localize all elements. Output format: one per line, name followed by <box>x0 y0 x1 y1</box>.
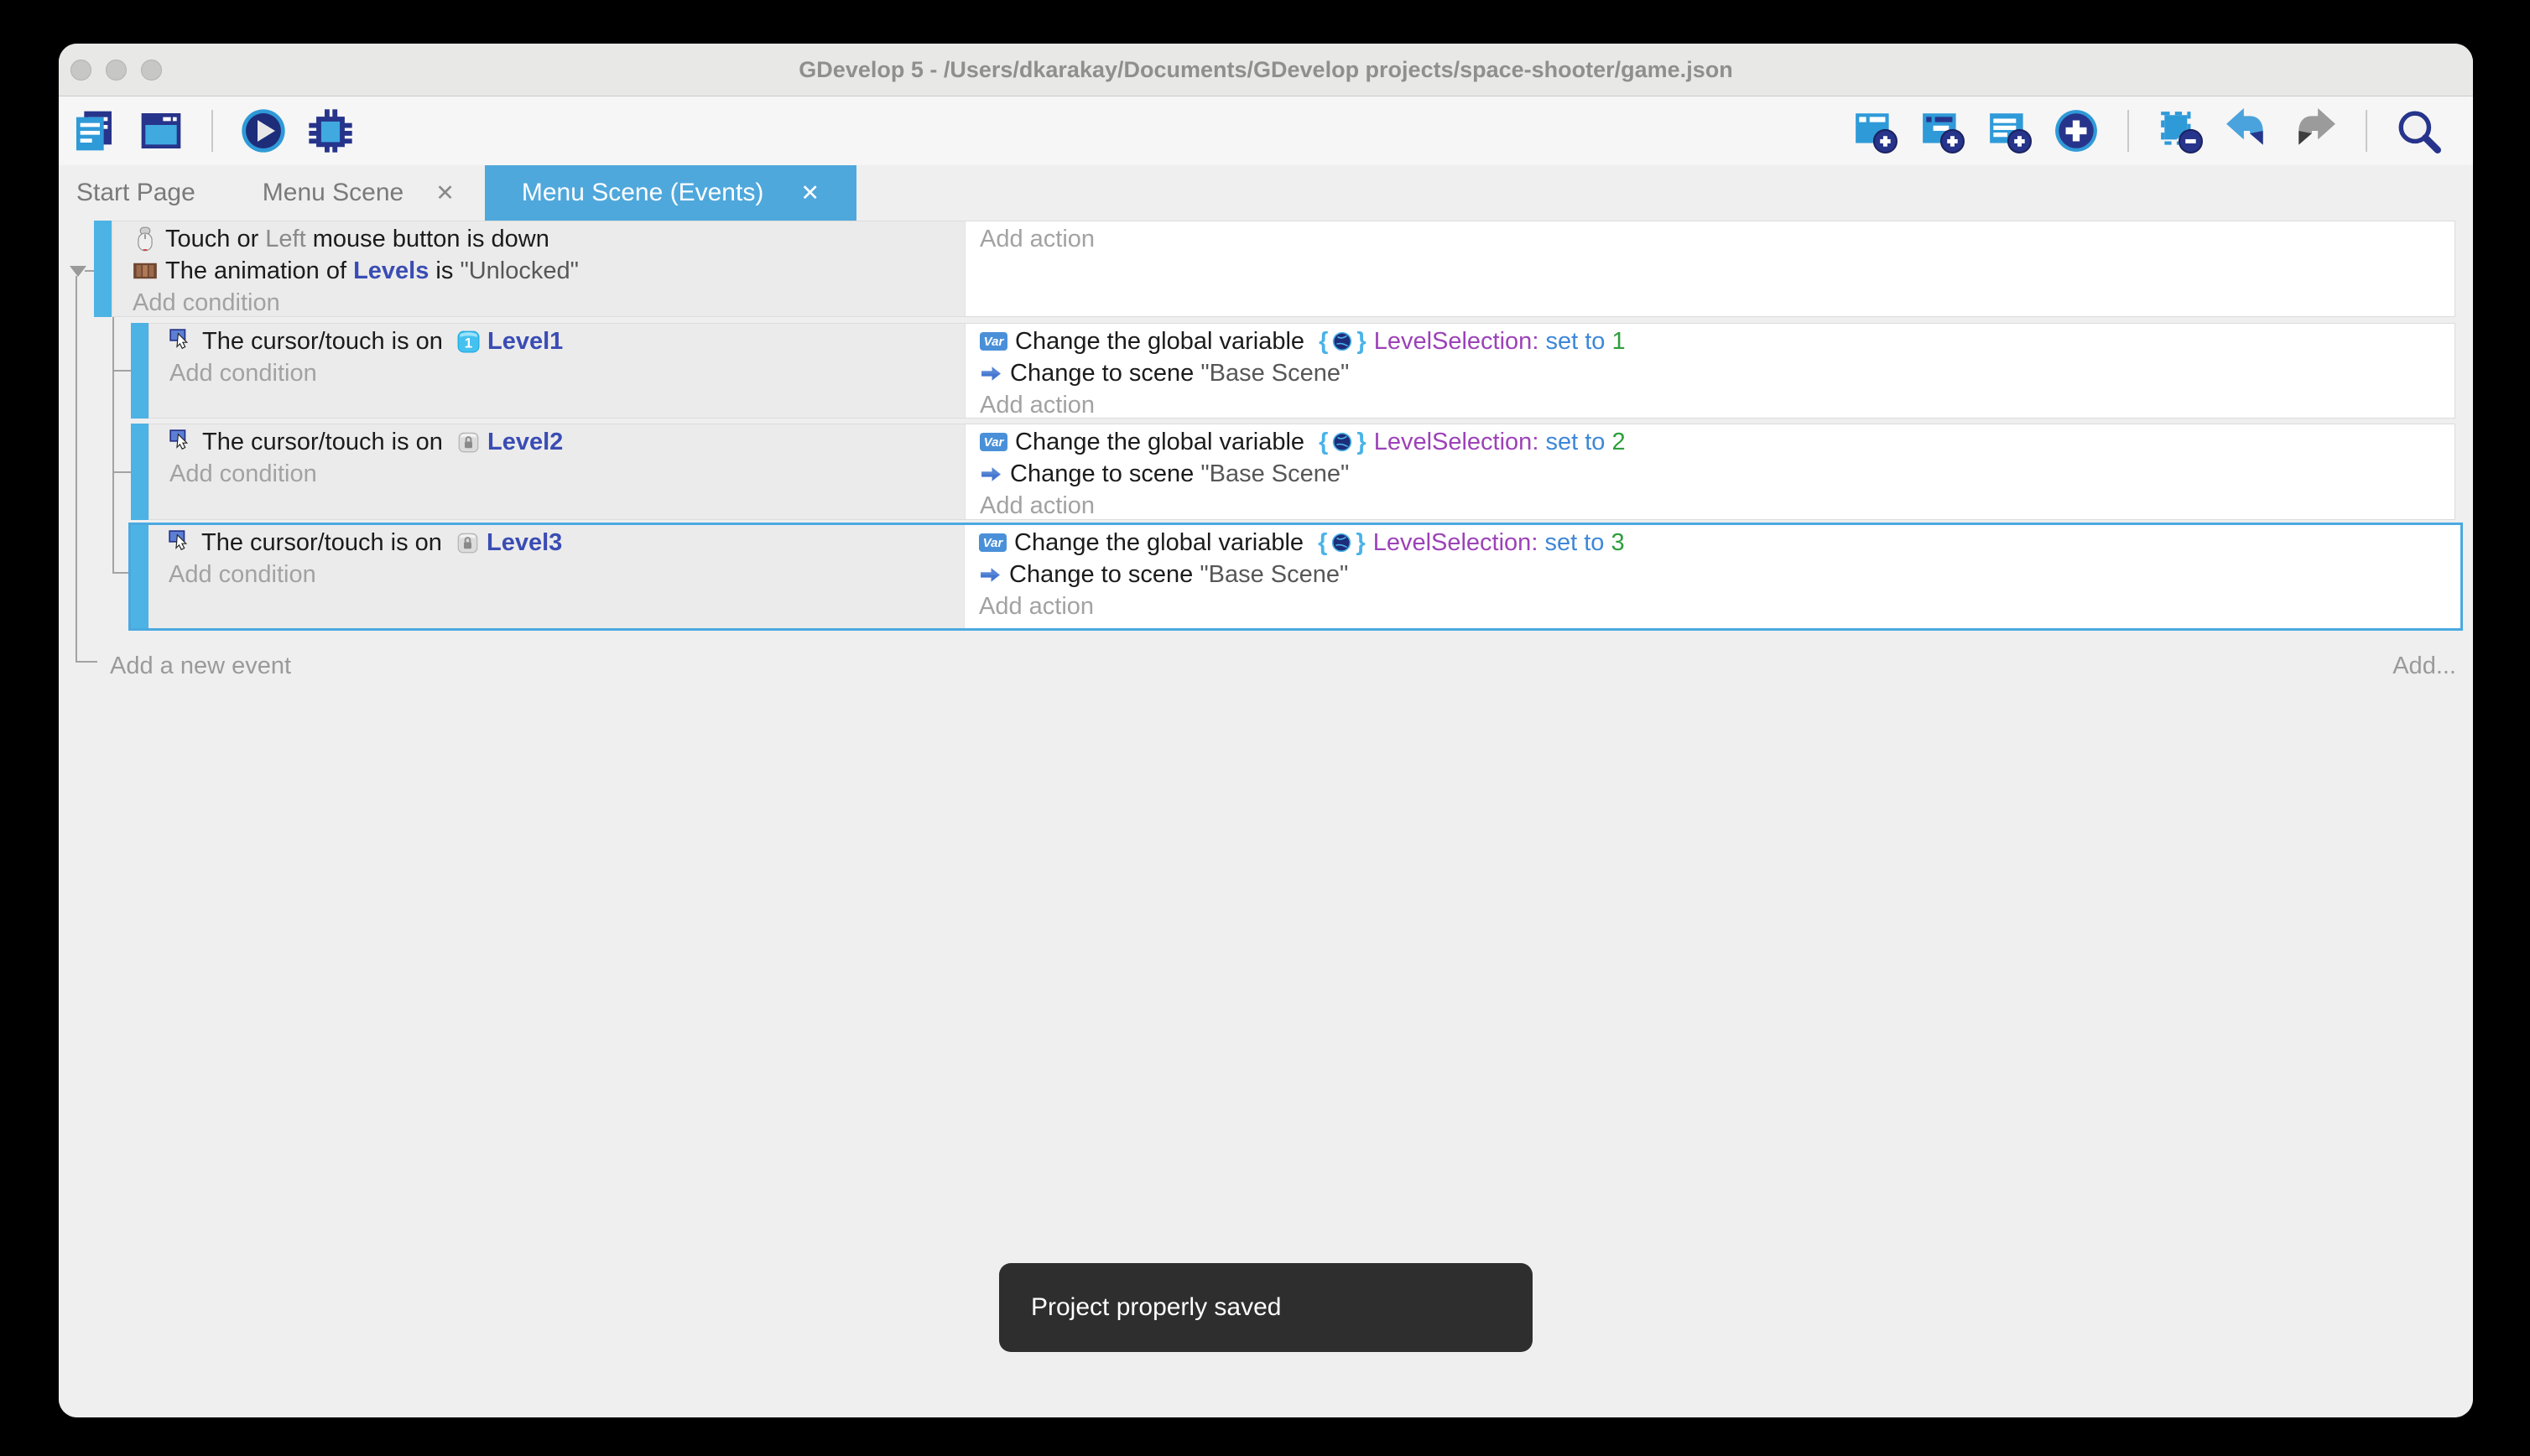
event-row-main[interactable]: Touch or Left mouse button is down The a… <box>94 221 2455 317</box>
change-scene-arrow-icon <box>980 362 1002 385</box>
global-variable-globe-icon <box>1331 533 1351 553</box>
change-scene-arrow-icon <box>980 463 1002 486</box>
action-line[interactable]: Change to scene "Base Scene" <box>965 559 2460 590</box>
event-row-level1[interactable]: The cursor/touch is on 1 Level1 Add cond… <box>131 323 2455 419</box>
conditions-column: The cursor/touch is on 1 Level1 Add cond… <box>149 324 966 418</box>
action-line[interactable]: Var Change the global variable { } Level… <box>966 325 2455 357</box>
condition-line[interactable]: The cursor/touch is on 1 Level1 <box>149 325 965 357</box>
save-toast: Project properly saved <box>999 1263 1533 1352</box>
action-line[interactable]: Change to scene "Base Scene" <box>966 458 2455 490</box>
tab-close-icon[interactable]: ✕ <box>435 180 455 206</box>
titlebar: GDevelop 5 - /Users/dkarakay/Documents/G… <box>59 44 2473 96</box>
delete-selection-icon[interactable] <box>2158 108 2203 153</box>
tab-menu-scene-events[interactable]: Menu Scene (Events) ✕ <box>485 165 856 221</box>
toolbar-divider <box>2366 110 2367 152</box>
cursor-icon <box>169 530 194 555</box>
add-event-icon[interactable] <box>1852 108 1898 153</box>
condition-line[interactable]: Touch or Left mouse button is down <box>112 223 965 255</box>
change-scene-arrow-icon <box>979 564 1002 586</box>
global-variable-globe-icon <box>1332 432 1352 452</box>
actions-column: Var Change the global variable { } Level… <box>965 525 2460 628</box>
variable-badge-icon: Var <box>980 433 1007 451</box>
minimize-window-button[interactable] <box>106 60 127 81</box>
add-condition-link[interactable]: Add condition <box>112 287 965 319</box>
global-variable-globe-icon <box>1332 331 1352 351</box>
tab-label: Start Page <box>76 179 195 207</box>
event-bar <box>131 525 148 628</box>
add-new-event-link[interactable]: Add a new event <box>110 650 291 682</box>
mouse-icon <box>133 226 158 252</box>
cursor-icon <box>169 329 195 354</box>
conditions-column: The cursor/touch is on Level2 Add condit… <box>149 424 966 519</box>
lock-icon <box>456 532 479 554</box>
actions-column: Var Change the global variable { } Level… <box>966 324 2455 418</box>
action-line[interactable]: Change to scene "Base Scene" <box>966 357 2455 389</box>
event-row-level3[interactable]: The cursor/touch is on Level3 Add condit… <box>128 523 2463 631</box>
action-line[interactable]: Var Change the global variable { } Level… <box>965 527 2460 559</box>
condition-line[interactable]: The cursor/touch is on Level2 <box>149 426 965 458</box>
add-comment-icon[interactable] <box>1986 108 2032 153</box>
actions-column: Add action <box>966 221 2455 316</box>
variable-badge-icon: Var <box>980 332 1007 351</box>
tab-menu-scene[interactable]: Menu Scene ✕ <box>232 165 485 221</box>
event-bar <box>94 221 112 317</box>
traffic-lights <box>70 44 162 96</box>
conditions-column: The cursor/touch is on Level3 Add condit… <box>148 525 965 628</box>
scene-editor-icon[interactable] <box>138 107 185 154</box>
project-manager-icon[interactable] <box>70 107 117 154</box>
condition-line[interactable]: The animation of Levels is "Unlocked" <box>112 255 965 287</box>
redo-icon[interactable] <box>2292 108 2337 153</box>
close-window-button[interactable] <box>70 60 91 81</box>
tab-label: Menu Scene <box>263 179 403 207</box>
tab-start-page[interactable]: Start Page <box>59 165 232 221</box>
toast-message: Project properly saved <box>1031 1293 1281 1322</box>
debug-icon[interactable] <box>307 107 354 154</box>
undo-icon[interactable] <box>2225 108 2270 153</box>
level1-object-icon: 1 <box>457 330 480 353</box>
event-bar <box>131 424 148 520</box>
tab-bar: Start Page Menu Scene ✕ Menu Scene (Even… <box>59 165 2473 221</box>
search-icon[interactable] <box>2396 108 2441 153</box>
toolbar-divider <box>211 110 213 152</box>
condition-line[interactable]: The cursor/touch is on Level3 <box>148 527 964 559</box>
add-action-link[interactable]: Add action <box>965 590 2460 622</box>
event-bar <box>131 323 148 419</box>
cursor-icon <box>169 429 195 455</box>
svg-text:1: 1 <box>465 335 472 351</box>
add-more-events-icon[interactable] <box>2054 108 2099 153</box>
event-row-level2[interactable]: The cursor/touch is on Level2 Add condit… <box>131 424 2455 520</box>
add-condition-link[interactable]: Add condition <box>149 458 965 490</box>
toolbar-divider <box>2127 110 2129 152</box>
add-action-link[interactable]: Add action <box>966 223 2455 255</box>
add-condition-link[interactable]: Add condition <box>149 357 965 389</box>
lock-icon <box>457 431 480 454</box>
add-condition-link[interactable]: Add condition <box>148 559 964 590</box>
actions-column: Var Change the global variable { } Level… <box>966 424 2455 519</box>
tab-close-icon[interactable]: ✕ <box>800 180 820 206</box>
toolbar <box>59 96 2473 165</box>
add-action-link[interactable]: Add action <box>966 389 2455 421</box>
variable-badge-icon: Var <box>979 533 1007 552</box>
preview-play-icon[interactable] <box>240 107 287 154</box>
window-title: GDevelop 5 - /Users/dkarakay/Documents/G… <box>59 44 2473 96</box>
add-subevent-icon[interactable] <box>1919 108 1965 153</box>
add-more-link[interactable]: Add... <box>2392 650 2456 682</box>
events-sheet: Touch or Left mouse button is down The a… <box>59 221 2473 1417</box>
add-action-link[interactable]: Add action <box>966 490 2455 522</box>
tab-label: Menu Scene (Events) <box>522 179 763 207</box>
conditions-column: Touch or Left mouse button is down The a… <box>112 221 966 316</box>
zoom-window-button[interactable] <box>141 60 162 81</box>
collapse-triangle-icon[interactable] <box>70 266 86 277</box>
animation-icon <box>133 258 158 283</box>
gdevelop-window: GDevelop 5 - /Users/dkarakay/Documents/G… <box>59 44 2473 1417</box>
action-line[interactable]: Var Change the global variable { } Level… <box>966 426 2455 458</box>
